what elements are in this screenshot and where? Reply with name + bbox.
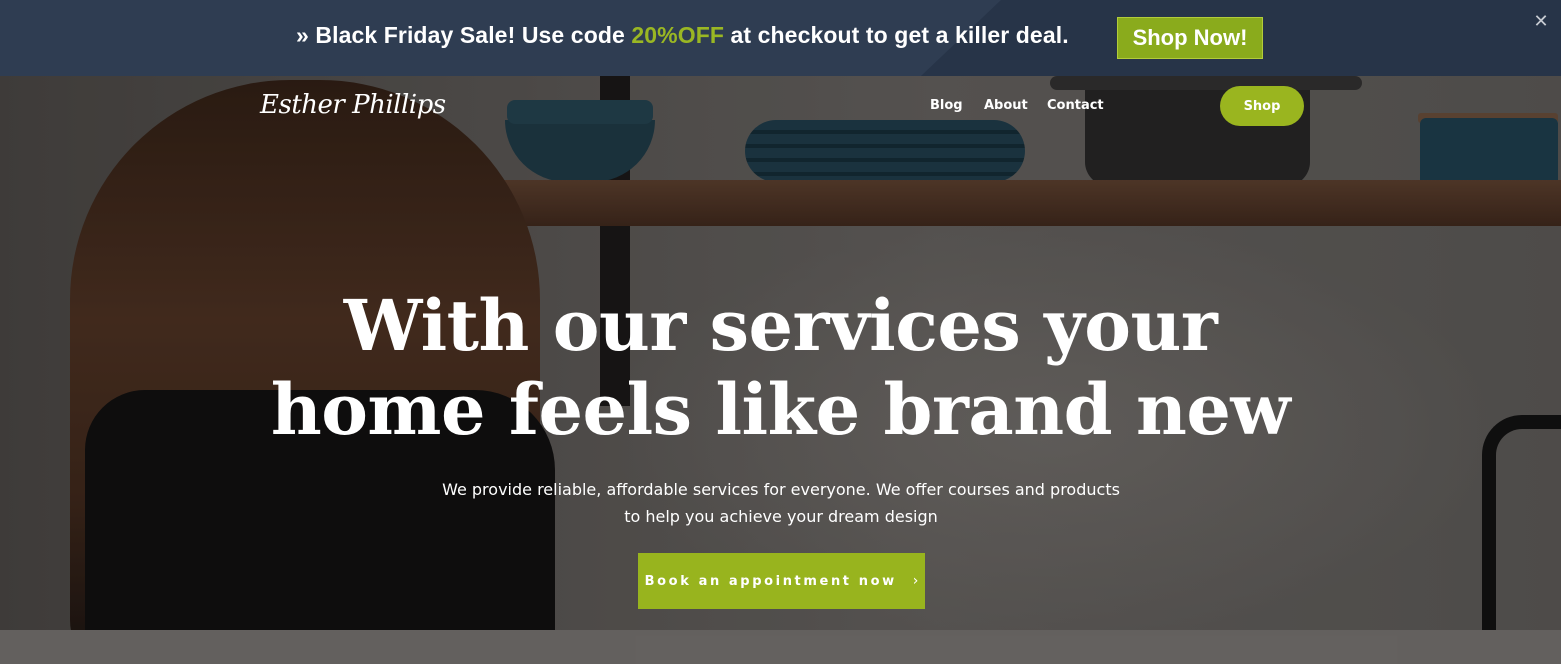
close-icon[interactable]: ✕: [1531, 12, 1551, 32]
promo-suffix: at checkout to get a killer deal.: [724, 22, 1069, 48]
book-appointment-button[interactable]: Book an appointment now ›: [638, 553, 925, 609]
site-logo[interactable]: Esther Phillips: [260, 90, 446, 120]
promo-bar: » Black Friday Sale! Use code 20%OFF at …: [0, 0, 1561, 76]
promo-code: 20%OFF: [631, 22, 725, 48]
nav-link-about[interactable]: About: [984, 98, 1028, 113]
promo-prefix: » Black Friday Sale! Use code: [296, 22, 632, 48]
hero-headline: With our services your home feels like b…: [0, 284, 1561, 452]
nav-link-contact[interactable]: Contact: [1047, 98, 1104, 113]
hero-subtext: We provide reliable, affordable services…: [442, 480, 1120, 526]
hero-headline-line1: With our services your: [343, 284, 1218, 367]
book-appointment-label: Book an appointment now: [644, 573, 897, 589]
chevron-right-icon: ›: [912, 573, 919, 589]
nav-link-blog[interactable]: Blog: [930, 98, 963, 113]
shop-button[interactable]: Shop: [1220, 86, 1304, 126]
shop-now-button[interactable]: Shop Now!: [1117, 17, 1263, 59]
hero-headline-line2: home feels like brand new: [270, 368, 1291, 451]
promo-message: » Black Friday Sale! Use code 20%OFF at …: [296, 22, 1069, 49]
